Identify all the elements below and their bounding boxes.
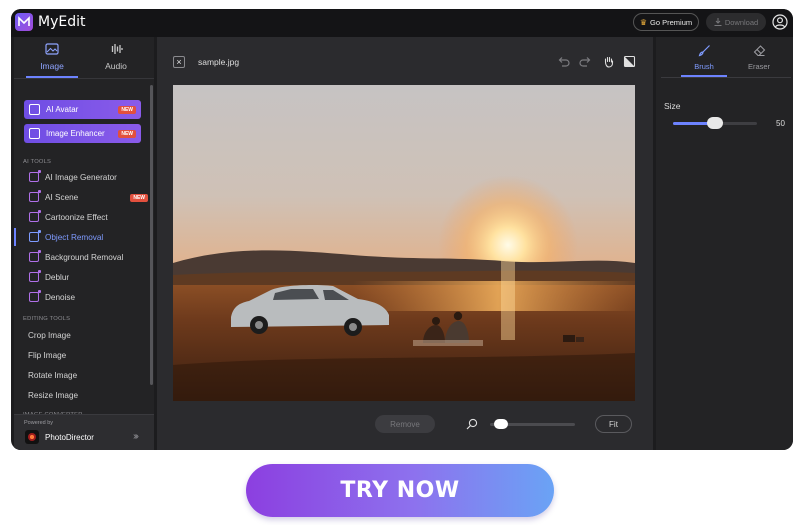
double-chevron-right-icon: ›››: [133, 431, 139, 442]
denoise-icon: [29, 290, 41, 302]
background-removal-icon: [29, 250, 41, 262]
tab-audio[interactable]: Audio: [86, 43, 146, 77]
sidebar-item-ai-image-generator[interactable]: AI Image Generator: [14, 168, 152, 186]
sidebar-item-label: Denoise: [45, 292, 76, 302]
ai-scene-icon: [29, 190, 41, 202]
download-label: Download: [724, 17, 759, 27]
sidebar-item-deblur[interactable]: Deblur: [14, 268, 152, 286]
size-value: 50: [776, 119, 785, 128]
new-badge: NEW: [130, 194, 148, 202]
section-editing-tools: EDITING TOOLS: [23, 316, 71, 322]
try-now-button[interactable]: TRY NOW: [246, 464, 554, 517]
sidebar-item-rotate-image[interactable]: Rotate Image: [28, 371, 77, 380]
sidebar-item-label: Deblur: [45, 272, 70, 282]
sidebar-item-flip-image[interactable]: Flip Image: [28, 351, 66, 360]
tab-audio-label: Audio: [105, 61, 127, 71]
close-icon[interactable]: ×: [173, 56, 185, 68]
promo-ai-avatar[interactable]: AI Avatar NEW: [24, 100, 141, 119]
sidebar-item-ai-scene[interactable]: AI Scene NEW: [14, 188, 152, 206]
promo-ai-avatar-label: AI Avatar: [46, 105, 79, 114]
sidebar-item-label: AI Scene: [45, 192, 79, 202]
audio-wave-icon: [111, 44, 123, 54]
sidebar-item-resize-image[interactable]: Resize Image: [28, 391, 78, 400]
image-icon: [45, 43, 59, 55]
size-label: Size: [664, 101, 681, 111]
powered-by-label: Powered by: [24, 420, 54, 426]
sidebar-item-denoise[interactable]: Denoise: [14, 288, 152, 306]
zoom-search-icon[interactable]: [466, 418, 478, 430]
sidebar-scrollbar[interactable]: [150, 85, 153, 385]
zoom-slider-handle[interactable]: [493, 419, 508, 429]
remove-button[interactable]: Remove: [375, 415, 435, 433]
tab-brush[interactable]: Brush: [682, 44, 726, 76]
photodirector-logo-icon: [25, 430, 39, 444]
object-removal-icon: [29, 230, 41, 242]
app-window: MyEdit ♛ Go Premium Download Image Audio: [11, 9, 793, 450]
undo-icon[interactable]: [557, 55, 570, 68]
fit-button[interactable]: Fit: [595, 415, 632, 433]
new-badge: NEW: [118, 130, 136, 138]
sidebar-item-label: Background Removal: [45, 252, 124, 262]
top-bar: MyEdit ♛ Go Premium Download: [11, 9, 793, 37]
sidebar-item-object-removal[interactable]: Object Removal: [14, 228, 152, 246]
ai-image-generator-icon: [29, 170, 41, 182]
tab-eraser-label: Eraser: [747, 62, 771, 71]
promo-image-enhancer[interactable]: Image Enhancer NEW: [24, 124, 141, 143]
tab-brush-label: Brush: [694, 62, 714, 71]
editor-workspace: × sample.jpg Remove Fit: [157, 37, 653, 450]
sidebar-item-label: Cartoonize Effect: [45, 212, 108, 222]
promo-image-enhancer-label: Image Enhancer: [46, 129, 105, 138]
app-title: MyEdit: [38, 14, 86, 30]
tab-image[interactable]: Image: [22, 43, 82, 77]
photodirector-name: PhotoDirector: [45, 433, 94, 442]
sidebar: Image Audio AI Avatar NEW Image Enhancer…: [14, 37, 154, 450]
eraser-icon: [753, 45, 765, 57]
sidebar-item-crop-image[interactable]: Crop Image: [28, 331, 71, 340]
sidebar-item-cartoonize-effect[interactable]: Cartoonize Effect: [14, 208, 152, 226]
go-premium-button[interactable]: ♛ Go Premium: [633, 13, 699, 31]
photodirector-banner[interactable]: Powered by PhotoDirector ›››: [14, 414, 154, 450]
image-canvas[interactable]: [173, 85, 635, 401]
cartoonize-icon: [29, 210, 41, 222]
new-badge: NEW: [118, 106, 136, 114]
section-ai-tools: AI TOOLS: [23, 159, 52, 165]
user-account-icon[interactable]: [772, 14, 788, 30]
redo-icon[interactable]: [579, 55, 592, 68]
brush-settings-panel: Brush Eraser Size 50: [656, 37, 793, 450]
size-slider-handle[interactable]: [707, 117, 723, 129]
sidebar-item-label: AI Image Generator: [45, 172, 117, 182]
go-premium-label: Go Premium: [650, 17, 693, 27]
hand-pan-icon[interactable]: [602, 55, 615, 68]
tab-divider: [14, 78, 154, 79]
deblur-icon: [29, 270, 41, 282]
tab-eraser[interactable]: Eraser: [737, 44, 781, 76]
crown-icon: ♛: [639, 17, 648, 27]
file-name: sample.jpg: [198, 57, 240, 67]
sidebar-item-label: Object Removal: [45, 232, 104, 242]
sparkle-image-icon: [29, 104, 40, 115]
sidebar-item-background-removal[interactable]: Background Removal: [14, 248, 152, 266]
brush-icon: [698, 45, 710, 57]
canvas-controls: Remove Fit: [157, 409, 653, 450]
tab-image-label: Image: [40, 61, 64, 71]
download-button[interactable]: Download: [706, 13, 766, 31]
sparkle-image-icon: [29, 128, 40, 139]
tab-divider: [661, 77, 791, 78]
download-icon: [714, 18, 722, 26]
compare-icon[interactable]: [623, 55, 636, 68]
myedit-logo-icon[interactable]: [15, 13, 33, 31]
